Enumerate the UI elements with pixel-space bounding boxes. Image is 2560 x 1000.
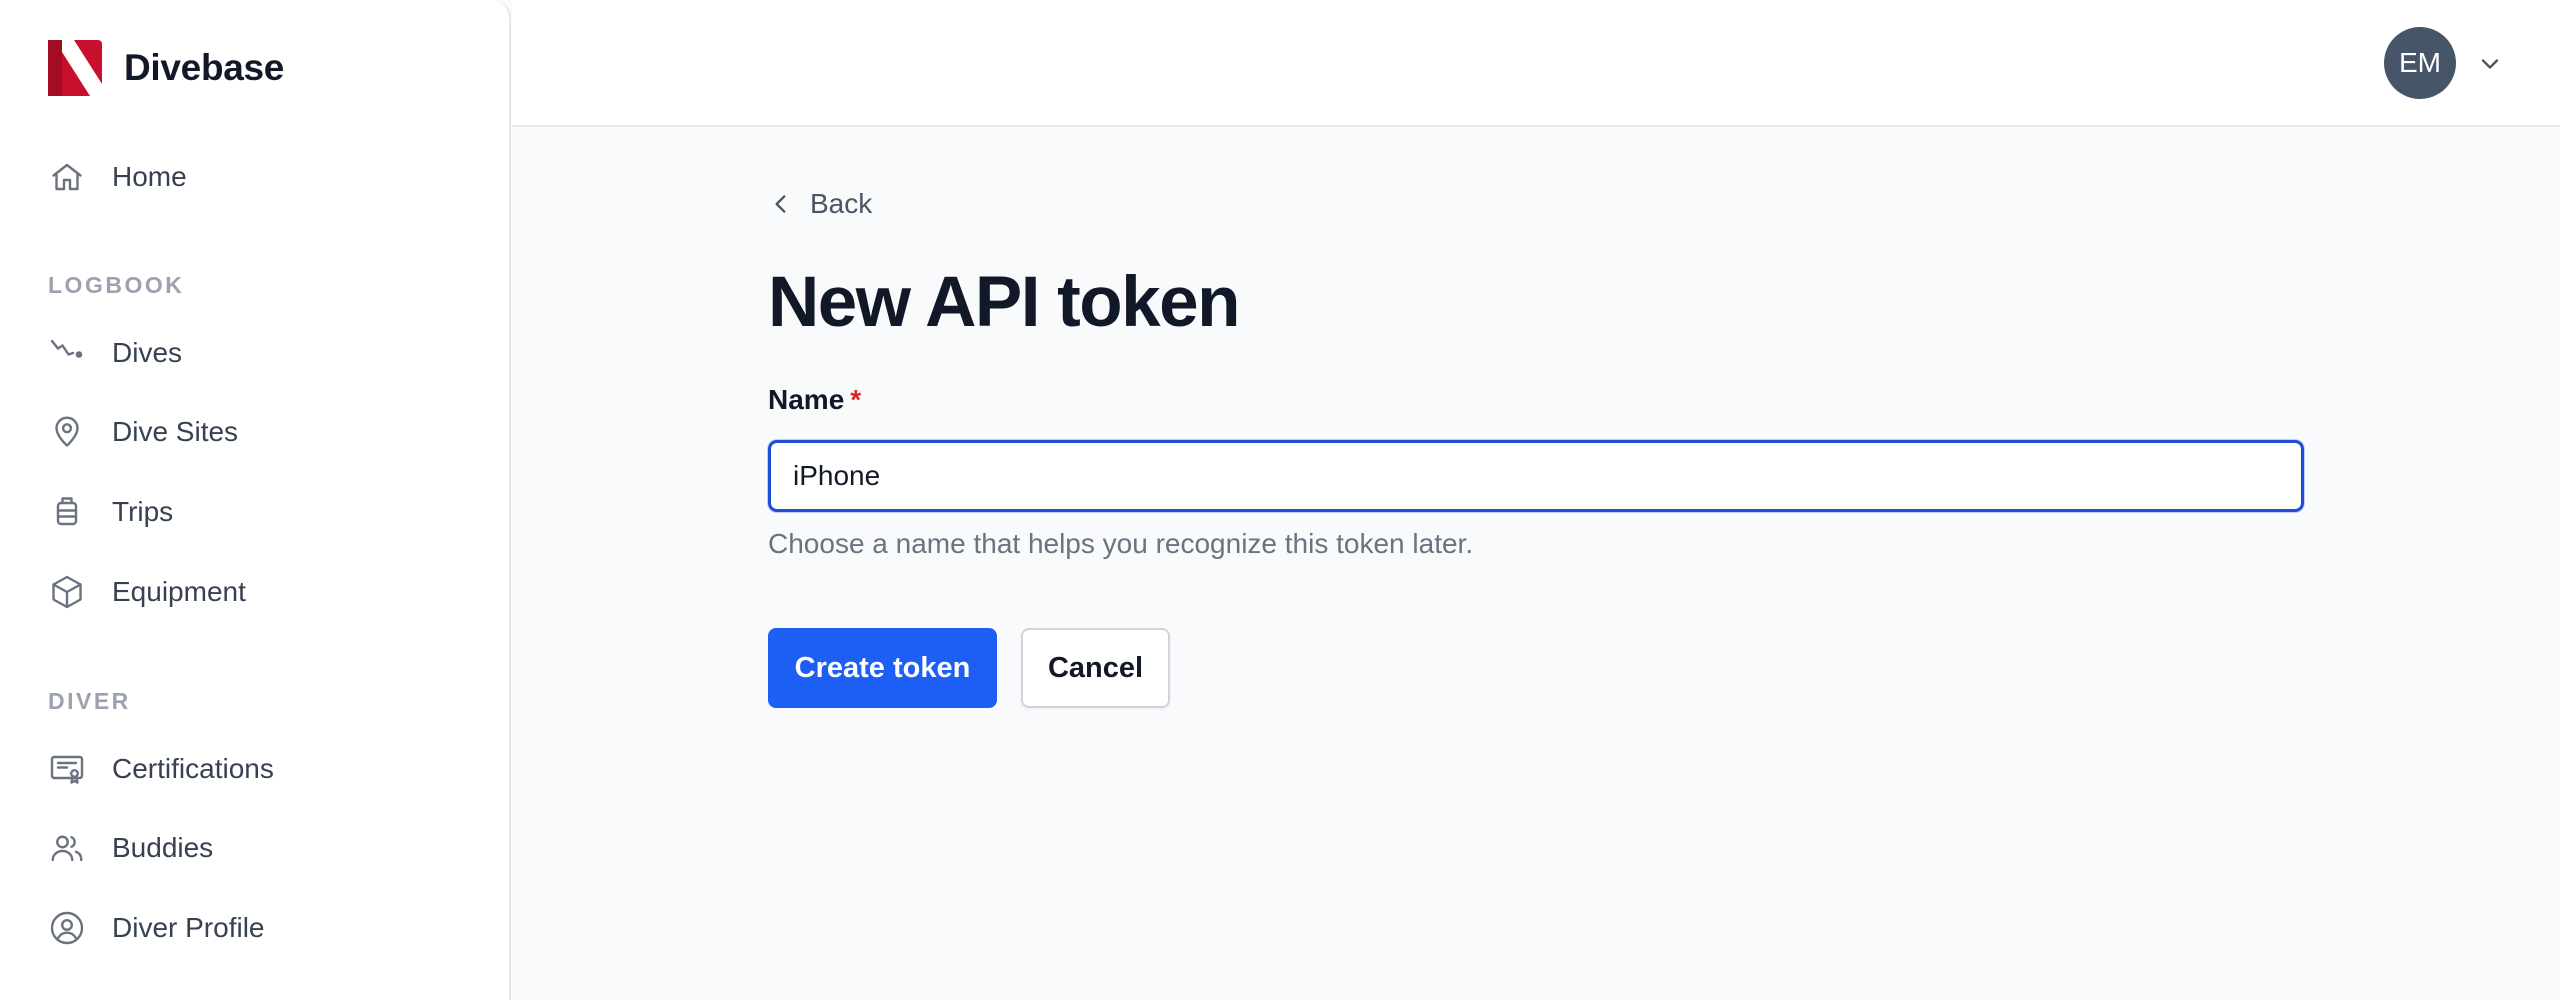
app-name: Divebase <box>124 47 285 88</box>
certificate-icon <box>48 750 86 788</box>
cube-icon <box>48 573 86 611</box>
sidebar-item-label: Certifications <box>112 753 274 784</box>
section-label-diver: DIVER <box>48 688 131 714</box>
sidebar-item-label: Home <box>112 161 187 192</box>
sidebar-item-dives[interactable]: Dives <box>48 323 182 383</box>
back-link[interactable]: Back <box>768 188 872 220</box>
sidebar-item-trips[interactable]: Trips <box>48 482 173 542</box>
sidebar-item-buddies[interactable]: Buddies <box>48 818 213 878</box>
sidebar-item-dive-sites[interactable]: Dive Sites <box>48 402 238 462</box>
name-field-hint: Choose a name that helps you recognize t… <box>768 528 1474 559</box>
sidebar-item-label: Buddies <box>112 832 214 863</box>
sidebar-item-diver-profile[interactable]: Diver Profile <box>48 898 264 958</box>
sidebar-item-label: Trips <box>112 496 174 527</box>
cancel-button[interactable]: Cancel <box>1021 628 1170 708</box>
sidebar-item-certifications[interactable]: Certifications <box>48 739 274 799</box>
sidebar-item-label: Equipment <box>112 576 246 607</box>
sidebar-item-home[interactable]: Home <box>48 147 187 207</box>
sidebar-item-label: Dive Sites <box>112 416 239 447</box>
section-label-logbook: LOGBOOK <box>48 272 185 298</box>
home-icon <box>48 158 86 196</box>
sidebar-item-label: Dives <box>112 337 183 368</box>
sidebar-item-equipment[interactable]: Equipment <box>48 562 246 622</box>
users-icon <box>48 829 86 867</box>
page-title: New API token <box>768 263 1241 342</box>
sidebar-item-label: Diver Profile <box>112 912 265 943</box>
map-pin-icon <box>48 413 86 451</box>
create-token-button[interactable]: Create token <box>768 628 997 708</box>
dive-profile-icon <box>48 334 86 372</box>
divebase-logo-icon <box>48 40 102 96</box>
topbar: EM <box>512 0 2560 127</box>
user-avatar[interactable]: EM <box>2384 27 2456 99</box>
name-label-text: Name <box>768 384 845 415</box>
chevron-down-icon[interactable] <box>2476 50 2504 78</box>
brand[interactable]: Divebase <box>48 40 284 96</box>
back-label: Back <box>810 188 873 219</box>
luggage-icon <box>48 493 86 531</box>
user-circle-icon <box>48 909 86 947</box>
sidebar: Divebase Home LOGBOOK Dives Dive Sites T… <box>0 0 511 1000</box>
chevron-left-icon <box>775 195 786 213</box>
required-indicator: * <box>850 384 862 415</box>
token-name-input[interactable] <box>768 440 2304 512</box>
name-field-label: Name * <box>768 384 861 416</box>
